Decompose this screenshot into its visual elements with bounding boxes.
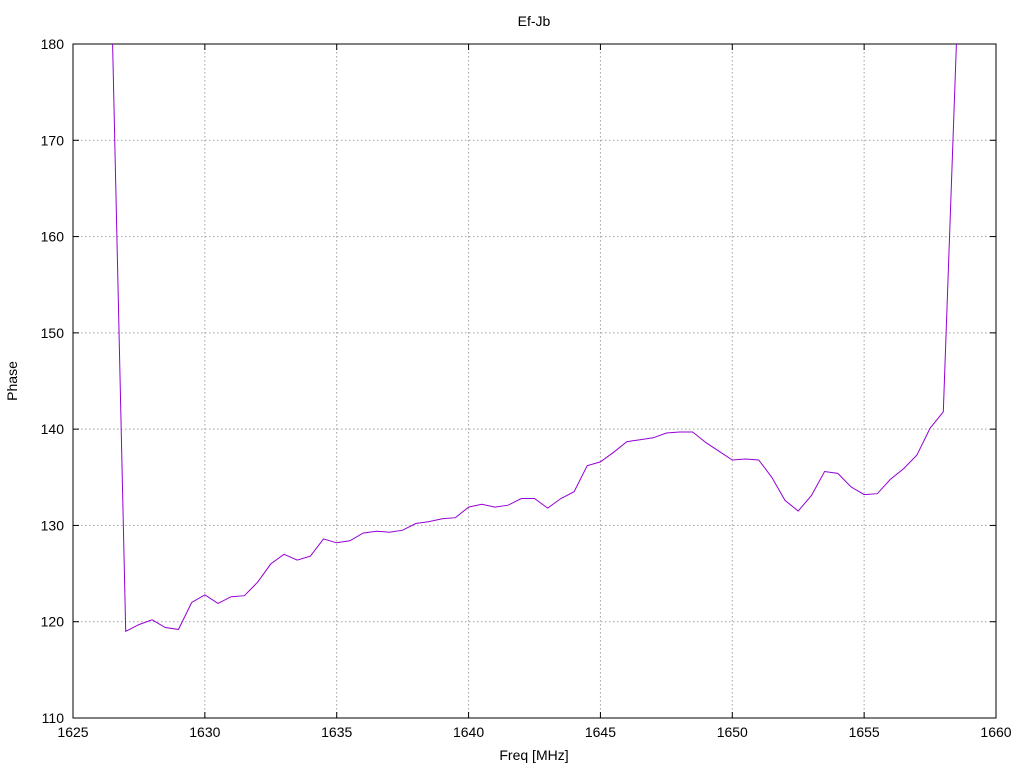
x-tick-label: 1630	[189, 724, 220, 740]
y-tick-label: 130	[41, 517, 65, 533]
x-tick-label: 1635	[321, 724, 352, 740]
x-axis-label: Freq [MHz]	[499, 747, 568, 763]
series-line	[112, 43, 957, 633]
phase-chart: 1625 1630 1635 1640 1645 1650 1655 1660 110 120 13…	[4, 13, 1012, 763]
x-tick-label: 1640	[453, 724, 484, 740]
y-tick-label: 110	[42, 710, 65, 726]
x-tick-label: 1650	[717, 724, 748, 740]
ticks	[72, 43, 997, 719]
y-tick-label: 160	[41, 229, 65, 245]
tick-labels: 1625 1630 1635 1640 1645 1650 1655 1660 110 120 13…	[41, 36, 1012, 740]
x-tick-label: 1645	[585, 724, 616, 740]
plot-frame	[72, 43, 997, 719]
y-tick-label: 180	[41, 36, 65, 52]
x-tick-label: 1660	[980, 724, 1011, 740]
y-tick-label: 170	[41, 132, 65, 148]
chart-title: Ef-Jb	[518, 13, 551, 29]
y-tick-label: 120	[41, 614, 65, 630]
y-tick-label: 150	[41, 325, 65, 341]
grid	[73, 44, 996, 718]
series-layer	[112, 43, 957, 633]
y-axis-label: Phase	[4, 361, 20, 401]
x-tick-label: 1655	[849, 724, 880, 740]
y-tick-label: 140	[41, 421, 65, 437]
x-tick-label: 1625	[57, 724, 88, 740]
